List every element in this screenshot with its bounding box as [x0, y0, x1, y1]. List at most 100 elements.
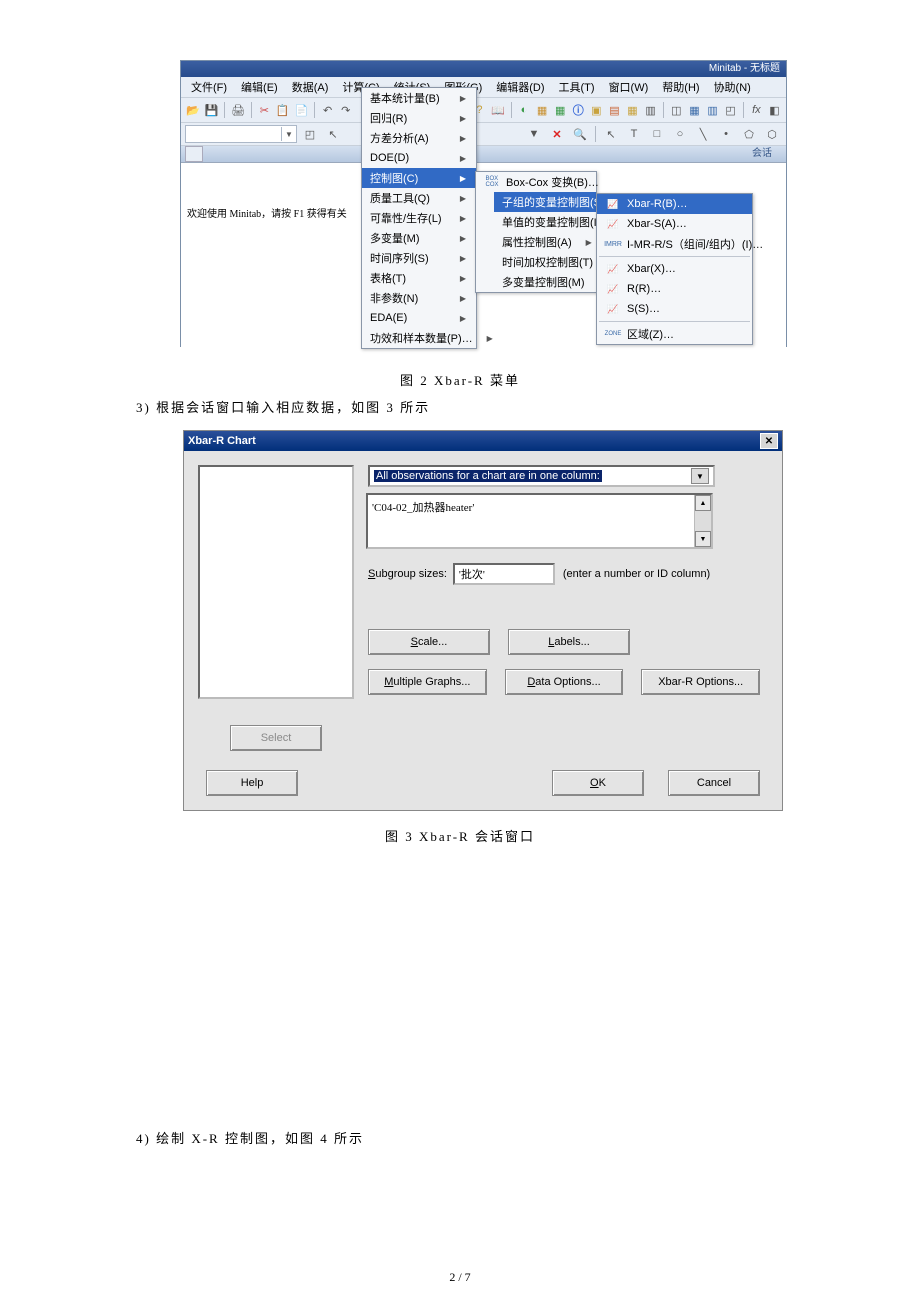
- line-icon[interactable]: ╲: [693, 124, 713, 144]
- scale-button[interactable]: Scale...: [368, 629, 490, 655]
- pointer-icon[interactable]: ↖: [323, 124, 343, 144]
- info-icon[interactable]: ⓘ: [571, 100, 586, 120]
- close-red-icon[interactable]: ✕: [547, 124, 567, 144]
- menu-window[interactable]: 窗口(W): [603, 77, 655, 97]
- menu-item[interactable]: 多变量控制图(M)▶: [494, 272, 596, 292]
- tool-icon[interactable]: ▦: [687, 100, 702, 120]
- data-options-button[interactable]: Data Options...: [505, 669, 624, 695]
- chevron-down-icon[interactable]: ▼: [691, 468, 709, 484]
- help-button[interactable]: Help: [206, 770, 298, 796]
- menu-assist[interactable]: 协助(N): [708, 77, 757, 97]
- menu-item[interactable]: 表格(T)▶: [362, 268, 476, 288]
- menu-item[interactable]: 非参数(N)▶: [362, 288, 476, 308]
- cut-icon[interactable]: ✂: [257, 100, 272, 120]
- figure-2-caption: 图 2 Xbar-R 菜单: [0, 370, 920, 389]
- menu-item-r[interactable]: 📈R(R)…: [597, 279, 752, 299]
- dropdown-icon[interactable]: ▼: [524, 124, 544, 144]
- poly-icon[interactable]: ⬠: [739, 124, 759, 144]
- menu-edit[interactable]: 编辑(E): [235, 77, 284, 97]
- minitab-menubar: 文件(F) 编辑(E) 数据(A) 计算(C) 统计(S) 图形(G) 编辑器(…: [181, 77, 786, 98]
- menu-item[interactable]: 回归(R)▶: [362, 108, 476, 128]
- circle-icon[interactable]: ○: [670, 124, 690, 144]
- menu-editor[interactable]: 编辑器(D): [490, 77, 550, 97]
- xbar-dropdown: 📈Xbar-R(B)… 📈Xbar-S(A)… IMRRI-MR-R/S（组间/…: [596, 193, 753, 345]
- tool-icon[interactable]: ▦: [553, 100, 568, 120]
- observation-mode-select[interactable]: All observations for a chart are in one …: [368, 465, 715, 487]
- tool-icon[interactable]: ▤: [607, 100, 622, 120]
- menu-item-xbar-s[interactable]: 📈Xbar-S(A)…: [597, 214, 752, 234]
- chart-icon: 📈: [605, 217, 621, 231]
- book-icon[interactable]: 📖: [490, 100, 506, 120]
- menu-item-control-chart[interactable]: 控制图(C)▶: [362, 168, 476, 188]
- menu-item[interactable]: 功效和样本数量(P)…▶: [362, 328, 476, 348]
- labels-button[interactable]: Labels...: [508, 629, 630, 655]
- tool-icon[interactable]: ◰: [300, 124, 320, 144]
- close-icon[interactable]: ✕: [760, 433, 778, 449]
- dot-icon[interactable]: •: [716, 124, 736, 144]
- poly-icon[interactable]: ⬡: [762, 124, 782, 144]
- tool-icon[interactable]: ▦: [625, 100, 640, 120]
- ok-button[interactable]: OK: [552, 770, 644, 796]
- tool-icon[interactable]: ▣: [589, 100, 604, 120]
- scroll-down-icon[interactable]: ▼: [695, 531, 711, 547]
- menu-item[interactable]: 质量工具(Q)▶: [362, 188, 476, 208]
- print-icon[interactable]: 🖨: [230, 100, 246, 120]
- welcome-text: 欢迎使用 Minitab，请按 F1 获得有关: [187, 205, 347, 220]
- font-combo[interactable]: ▼: [185, 125, 297, 143]
- menu-item[interactable]: EDA(E)▶: [362, 308, 476, 328]
- column-listbox[interactable]: [198, 465, 354, 699]
- paragraph-4: 4) 绘制 X-R 控制图，如图 4 所示: [136, 1128, 364, 1147]
- tool-icon[interactable]: ◐: [516, 100, 531, 120]
- tool-icon[interactable]: ▥: [643, 100, 658, 120]
- chart-icon: 📈: [605, 262, 621, 276]
- dialog-title: Xbar-R Chart: [188, 435, 256, 447]
- cancel-button[interactable]: Cancel: [668, 770, 760, 796]
- menu-item[interactable]: 单值的变量控制图(I)▶: [494, 212, 596, 232]
- menu-item[interactable]: DOE(D)▶: [362, 148, 476, 168]
- save-icon[interactable]: 💾: [204, 100, 220, 120]
- menu-item-xbar-r[interactable]: 📈Xbar-R(B)…: [597, 194, 752, 214]
- variables-textarea[interactable]: 'C04-02_加热器heater' ▲▼: [366, 493, 713, 549]
- tool-icon[interactable]: ◧: [767, 100, 782, 120]
- chart-icon: IMRR: [605, 237, 621, 251]
- menu-item[interactable]: 可靠性/生存(L)▶: [362, 208, 476, 228]
- tool-icon[interactable]: ▥: [705, 100, 720, 120]
- xbar-r-options-button[interactable]: Xbar-R Options...: [641, 669, 760, 695]
- menu-item[interactable]: 属性控制图(A)▶: [494, 232, 596, 252]
- tool-icon[interactable]: ▦: [535, 100, 550, 120]
- toolbar-1: 📂 💾 🖨 ✂ 📋 📄 ↶ ↷ ? 📖 ◐ ▦ ▦ ⓘ ▣ ▤ ▦ ▥ ◫: [181, 98, 786, 123]
- scrollbar[interactable]: ▲▼: [694, 495, 711, 547]
- menu-item-subgroup-var[interactable]: 子组的变量控制图(S)▶: [494, 192, 596, 212]
- subgroup-input[interactable]: [453, 563, 555, 585]
- tab-icon[interactable]: [185, 146, 203, 162]
- rect-icon[interactable]: □: [647, 124, 667, 144]
- zoom-icon[interactable]: 🔍: [570, 124, 590, 144]
- tool-icon[interactable]: ◰: [723, 100, 738, 120]
- menu-file[interactable]: 文件(F): [185, 77, 233, 97]
- menu-item-zone[interactable]: ZONE区域(Z)…: [597, 324, 752, 344]
- pointer-icon[interactable]: ↖: [601, 124, 621, 144]
- menu-tools[interactable]: 工具(T): [553, 77, 601, 97]
- menu-help[interactable]: 帮助(H): [656, 77, 705, 97]
- paste-icon[interactable]: 📄: [294, 100, 310, 120]
- toolbar-2: ▼ ◰ ↖ ▼ ✕ 🔍 ↖ T □ ○ ╲ • ⬠ ⬡: [181, 123, 786, 146]
- tool-icon[interactable]: ◫: [669, 100, 684, 120]
- text-icon[interactable]: T: [624, 124, 644, 144]
- menu-item-boxcox[interactable]: BOXCOXBox-Cox 变换(B)…: [476, 172, 596, 192]
- menu-item[interactable]: 时间序列(S)▶: [362, 248, 476, 268]
- menu-item[interactable]: 多变量(M)▶: [362, 228, 476, 248]
- fx-icon[interactable]: fx: [749, 100, 764, 120]
- menu-item-s[interactable]: 📈S(S)…: [597, 299, 752, 319]
- undo-icon[interactable]: ↶: [320, 100, 335, 120]
- copy-icon[interactable]: 📋: [275, 100, 291, 120]
- menu-item-xbar[interactable]: 📈Xbar(X)…: [597, 259, 752, 279]
- menu-item[interactable]: 基本统计量(B)▶: [362, 88, 476, 108]
- menu-item-imr[interactable]: IMRRI-MR-R/S（组间/组内）(I)…: [597, 234, 752, 254]
- menu-data[interactable]: 数据(A): [286, 77, 335, 97]
- menu-item[interactable]: 时间加权控制图(T)▶: [494, 252, 596, 272]
- redo-icon[interactable]: ↷: [338, 100, 353, 120]
- menu-item[interactable]: 方差分析(A)▶: [362, 128, 476, 148]
- multiple-graphs-button[interactable]: Multiple Graphs...: [368, 669, 487, 695]
- open-icon[interactable]: 📂: [185, 100, 201, 120]
- scroll-up-icon[interactable]: ▲: [695, 495, 711, 511]
